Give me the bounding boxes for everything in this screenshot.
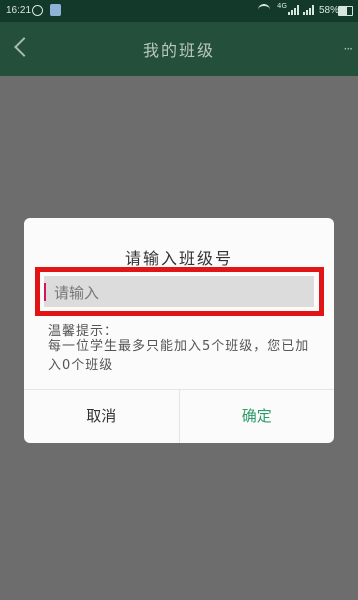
class-number-input-box[interactable] — [44, 276, 314, 309]
confirm-button[interactable]: 确定 — [180, 390, 335, 443]
text-caret — [44, 283, 46, 301]
battery-percent: 58% — [319, 5, 340, 16]
signal-icon — [303, 5, 315, 15]
more-dots-icon[interactable]: ··· — [344, 42, 354, 56]
wifi-icon — [258, 4, 270, 16]
alarm-clock-icon — [32, 5, 43, 16]
title-bar: 我的班级 ··· — [0, 22, 358, 76]
app-icon — [50, 4, 61, 16]
network-type-label: 4G — [277, 2, 287, 10]
signal-icon — [288, 5, 300, 15]
tip-text: 每一位学生最多只能加入5个班级，您已加入0个班级 — [48, 339, 310, 373]
cancel-button[interactable]: 取消 — [24, 390, 180, 443]
dialog-footer: 取消 确定 — [24, 389, 334, 443]
page-title: 我的班级 — [142, 41, 215, 60]
battery-icon — [338, 6, 353, 16]
status-bar: 16:21 4G 58% — [0, 0, 358, 22]
dialog-title: 请输入班级号 — [124, 249, 233, 268]
status-time: 16:21 — [6, 5, 32, 16]
join-class-dialog: 请输入班级号 温馨提示： 每一位学生最多只能加入5个班级，您已加入0个班级 取消… — [24, 218, 334, 443]
class-number-input[interactable] — [52, 276, 306, 309]
battery-level — [339, 7, 347, 15]
